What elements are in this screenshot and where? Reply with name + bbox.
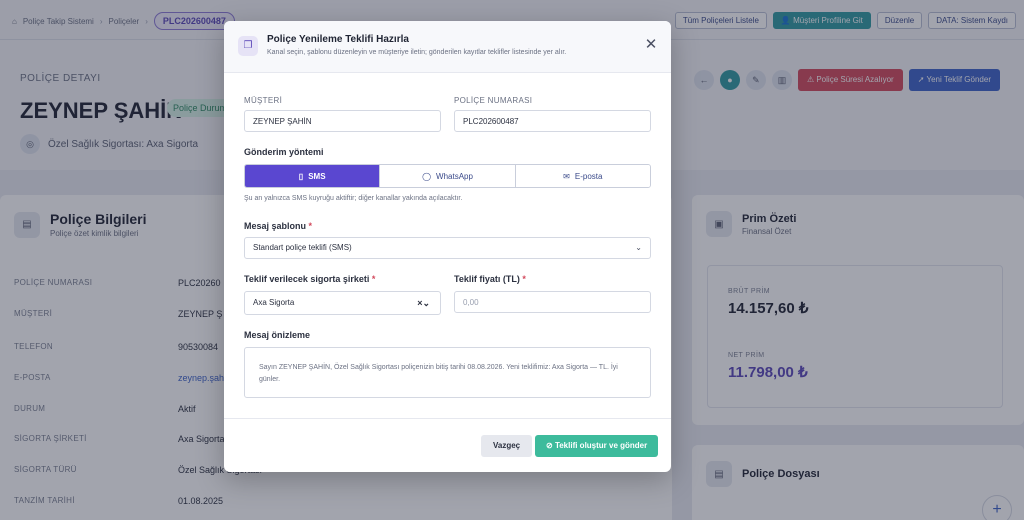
- company-select[interactable]: Axa Sigorta ×⌄: [244, 291, 441, 315]
- policy-number-field[interactable]: [454, 110, 651, 132]
- required-marker: *: [522, 274, 526, 284]
- customer-field[interactable]: [244, 110, 441, 132]
- channel-sms-button[interactable]: ▯ SMS: [245, 165, 380, 187]
- company-label: Teklif verilecek sigorta şirketi *: [244, 274, 375, 284]
- required-marker: *: [308, 221, 313, 231]
- cancel-button[interactable]: Vazgeç: [481, 435, 533, 457]
- price-label-text: Teklif fiyatı (TL): [454, 274, 520, 284]
- channel-whatsapp-button[interactable]: ◯ WhatsApp: [379, 165, 515, 187]
- chat-icon: ◯: [422, 171, 432, 181]
- channel-selector: ▯ SMS ◯ WhatsApp ✉ E-posta: [244, 164, 651, 188]
- channel-email-button[interactable]: ✉ E-posta: [514, 165, 650, 187]
- check-circle-icon: ⊘: [546, 441, 555, 450]
- customer-label: MÜŞTERİ: [244, 96, 283, 105]
- modal-footer: Vazgeç ⊘ Teklifi oluştur ve gönder: [224, 418, 671, 472]
- modal-title: Poliçe Yenileme Teklifi Hazırla: [267, 34, 409, 45]
- channel-label: WhatsApp: [436, 171, 473, 181]
- template-select[interactable]: Standart poliçe teklifi (SMS) ⌄: [244, 237, 651, 259]
- message-preview: Sayın ZEYNEP ŞAHİN, Özel Sağlık Sigortas…: [244, 347, 651, 398]
- button-label: Teklifi oluştur ve gönder: [554, 441, 648, 450]
- preview-label: Mesaj önizleme: [244, 330, 311, 340]
- price-label: Teklif fiyatı (TL) *: [454, 274, 526, 284]
- phone-icon: ▯: [298, 171, 304, 181]
- company-label-text: Teklif verilecek sigorta şirketi: [244, 274, 370, 284]
- renewal-offer-modal: ❐ Poliçe Yenileme Teklifi Hazırla Kanal …: [224, 21, 671, 472]
- company-selected-value: Axa Sigorta: [253, 298, 295, 307]
- chat-bubbles-icon: ❐: [238, 36, 258, 56]
- create-and-send-button[interactable]: ⊘ Teklifi oluştur ve gönder: [535, 435, 659, 457]
- close-icon[interactable]: ✕: [643, 37, 659, 53]
- clear-icon[interactable]: ×⌄: [417, 292, 430, 314]
- template-label-text: Mesaj şablonu: [244, 221, 307, 231]
- required-marker: *: [371, 274, 376, 284]
- price-input[interactable]: [454, 291, 651, 313]
- channel-hint: Şu an yalnızca SMS kuyruğu aktiftir; diğ…: [244, 195, 463, 202]
- chevron-down-icon: ⌄: [635, 243, 642, 252]
- template-label: Mesaj şablonu *: [244, 221, 312, 231]
- modal-header: ❐ Poliçe Yenileme Teklifi Hazırla Kanal …: [224, 21, 671, 73]
- channel-label: SMS: [308, 171, 326, 181]
- policy-number-label: POLİÇE NUMARASI: [454, 96, 533, 105]
- modal-description: Kanal seçin, şablonu düzenleyin ve müşte…: [267, 49, 567, 56]
- send-method-label: Gönderim yöntemi: [244, 147, 324, 157]
- template-selected-value: Standart poliçe teklifi (SMS): [253, 243, 352, 252]
- mail-icon: ✉: [563, 171, 570, 181]
- channel-label: E-posta: [574, 171, 603, 181]
